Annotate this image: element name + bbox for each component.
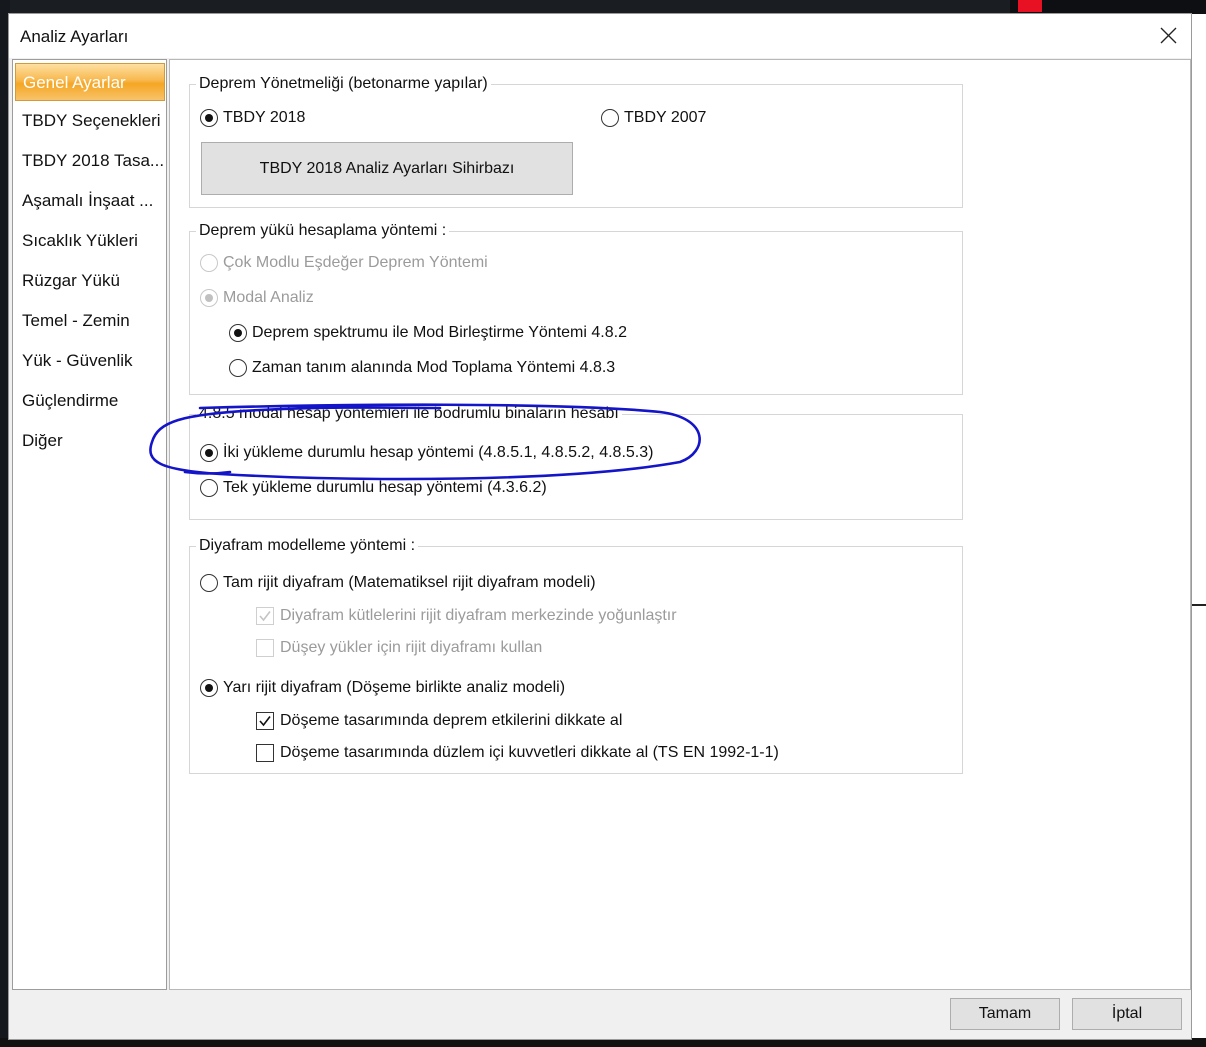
radio-single-load-case-method[interactable]: Tek yükleme durumlu hesap yöntemi (4.3.6… [200,479,547,497]
radio-semi-rigid-diaphragm[interactable]: Yarı rijit diyafram (Döşeme birlikte ana… [200,679,565,697]
checkbox-label: Döşeme tasarımında deprem etkilerini dik… [280,712,623,729]
radio-indicator [200,479,218,497]
sidebar-item-wind-load[interactable]: Rüzgar Yükü [13,262,166,300]
radio-label: TBDY 2018 [223,109,306,126]
ok-button[interactable]: Tamam [950,998,1060,1030]
seismic-method-legend: Deprem yükü hesaplama yöntemi : [196,221,450,241]
radio-modal-analysis[interactable]: Modal Analiz [200,289,314,307]
radio-indicator [601,109,619,127]
analysis-wizard-button[interactable]: TBDY 2018 Analiz Ayarları Sihirbazı [201,142,573,195]
basement-method-legend: 4.8.5 modal hesap yöntemleri ile bodruml… [196,404,622,424]
settings-content-panel: Deprem Yönetmeliği (betonarme yapılar) T… [169,59,1191,990]
checkbox-indicator [256,639,274,657]
dialog-title: Analiz Ayarları [20,27,129,46]
background-close-highlight [1018,0,1042,12]
checkbox-label: Diyafram kütlelerini rijit diyafram merk… [280,607,677,624]
radio-label: Tek yükleme durumlu hesap yöntemi (4.3.6… [223,479,547,496]
checkmark-icon [259,611,271,622]
close-button[interactable] [1145,14,1191,58]
analysis-settings-dialog: Analiz Ayarları Genel Ayarlar TBDY Seçen… [8,13,1192,1040]
checkbox-label: Döşeme tasarımında düzlem içi kuvvetleri… [280,744,779,761]
background-window-right [1192,14,1206,1047]
basement-method-group: 4.8.5 modal hesap yöntemleri ile bodruml… [189,404,963,520]
checkbox-slab-seismic-effects[interactable]: Döşeme tasarımında deprem etkilerini dik… [256,712,622,730]
sidebar-item-load-safety[interactable]: Yük - Güvenlik [13,342,166,380]
radio-label: Tam rijit diyafram (Matematiksel rijit d… [223,574,596,591]
radio-label: İki yükleme durumlu hesap yöntemi (4.8.5… [223,444,654,461]
regulation-group: Deprem Yönetmeliği (betonarme yapılar) T… [189,74,963,208]
radio-indicator [200,574,218,592]
radio-time-history-mode-superposition[interactable]: Zaman tanım alanında Mod Toplama Yöntemi… [229,359,615,377]
regulation-legend: Deprem Yönetmeliği (betonarme yapılar) [196,74,491,94]
diaphragm-legend: Diyafram modelleme yöntemi : [196,536,419,556]
radio-label: Zaman tanım alanında Mod Toplama Yöntemi… [252,359,616,376]
radio-two-load-case-method[interactable]: İki yükleme durumlu hesap yöntemi (4.8.5… [200,444,653,462]
radio-spectrum-mode-combination[interactable]: Deprem spektrumu ile Mod Birleştirme Yön… [229,324,627,342]
sidebar-item-tbdy-2018-design[interactable]: TBDY 2018 Tasa... [13,142,166,180]
checkbox-lump-diaphragm-mass[interactable]: Diyafram kütlelerini rijit diyafram merk… [256,607,677,625]
radio-rigid-diaphragm[interactable]: Tam rijit diyafram (Matematiksel rijit d… [200,574,596,592]
sidebar-item-tbdy-options[interactable]: TBDY Seçenekleri [13,102,166,140]
checkbox-label: Düşey yükler için rijit diyaframı kullan [280,639,543,656]
radio-label: Deprem spektrumu ile Mod Birleştirme Yön… [252,324,627,341]
title-bar: Analiz Ayarları [9,14,1191,58]
checkmark-icon [259,716,271,727]
sidebar-item-other[interactable]: Diğer [13,422,166,460]
checkbox-indicator [256,744,274,762]
sidebar-item-general[interactable]: Genel Ayarlar [15,63,165,101]
radio-indicator-checked [200,444,218,462]
radio-label: Yarı rijit diyafram (Döşeme birlikte ana… [223,679,566,696]
radio-indicator-checked [200,289,218,307]
settings-sidebar: Genel Ayarlar TBDY Seçenekleri TBDY 2018… [12,59,167,990]
radio-indicator [229,359,247,377]
sidebar-item-strengthening[interactable]: Güçlendirme [13,382,166,420]
checkbox-rigid-diaphragm-vertical-loads[interactable]: Düşey yükler için rijit diyaframı kullan [256,639,542,657]
radio-equivalent-seismic[interactable]: Çok Modlu Eşdeğer Deprem Yöntemi [200,254,488,272]
sidebar-item-temperature-loads[interactable]: Sıcaklık Yükleri [13,222,166,260]
checkbox-indicator [256,712,274,730]
background-divider [1192,604,1206,606]
sidebar-item-staged-construction[interactable]: Aşamalı İnşaat ... [13,182,166,220]
close-icon [1160,27,1177,44]
radio-label: Çok Modlu Eşdeğer Deprem Yöntemi [223,254,488,271]
diaphragm-group: Diyafram modelleme yöntemi : Tam rijit d… [189,536,963,774]
radio-indicator-checked [229,324,247,342]
radio-label: Modal Analiz [223,289,314,306]
radio-indicator [200,254,218,272]
radio-indicator-checked [200,109,218,127]
cancel-button[interactable]: İptal [1072,998,1182,1030]
seismic-method-group: Deprem yükü hesaplama yöntemi : Çok Modl… [189,221,963,395]
checkbox-slab-inplane-forces[interactable]: Döşeme tasarımında düzlem içi kuvvetleri… [256,744,779,762]
checkbox-indicator [256,607,274,625]
radio-label: TBDY 2007 [624,109,707,126]
radio-tbdy-2018[interactable]: TBDY 2018 [200,109,305,127]
sidebar-item-foundation-soil[interactable]: Temel - Zemin [13,302,166,340]
radio-indicator-checked [200,679,218,697]
radio-tbdy-2007[interactable]: TBDY 2007 [601,109,706,127]
